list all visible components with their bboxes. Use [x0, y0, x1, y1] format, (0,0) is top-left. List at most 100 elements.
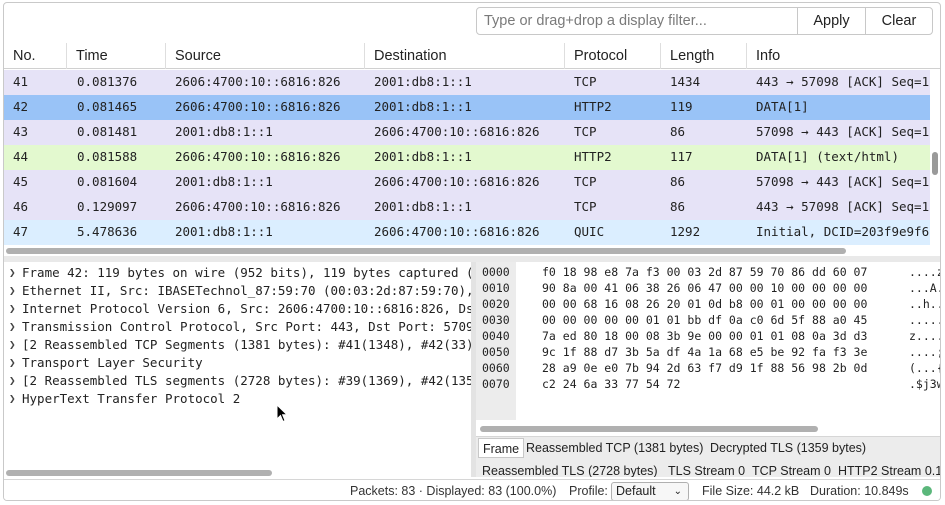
mouse-pointer-icon — [276, 404, 288, 423]
hex-bytes[interactable]: 00 00 00 00 00 01 01 bb df 0a c0 6d 5f 8… — [542, 312, 867, 328]
cell-no: 44 — [13, 149, 29, 164]
packet-list-header: No. Time Source Destination Protocol Len… — [4, 43, 940, 69]
profile-select[interactable]: Default ⌄ — [611, 482, 689, 500]
file-size: File Size: 44.2 kB — [702, 484, 800, 498]
hex-offset: 0050 — [482, 345, 510, 359]
hex-bytes[interactable]: 7a ed 80 18 00 08 3b 9e 00 00 01 01 08 0… — [542, 328, 867, 344]
packet-row[interactable]: 43 0.081481 2001:db8:1::1 2606:4700:10::681… — [4, 120, 930, 145]
hex-ascii[interactable]: ....z — [909, 264, 940, 280]
packet-row[interactable]: 47 5.478636 2001:db8:1::1 2606:4700:10::681… — [4, 220, 930, 245]
cell-protocol: TCP — [574, 74, 597, 89]
tab-reassembled-tls[interactable]: Reassembled TLS (2728 bytes) — [482, 461, 658, 477]
cell-source: 2606:4700:10::6816:826 — [175, 99, 341, 114]
tab-tls-stream[interactable]: TLS Stream 0 — [668, 461, 745, 477]
hex-ascii[interactable]: ...A. — [909, 280, 940, 296]
tree-item-label: [2 Reassembled TCP Segments (1381 bytes)… — [22, 337, 471, 352]
tab-frame[interactable]: Frame — [478, 438, 525, 458]
cell-protocol: HTTP2 — [574, 99, 612, 114]
cell-length: 86 — [670, 124, 686, 139]
clear-filter-button[interactable]: Clear — [865, 7, 933, 35]
packet-row[interactable]: 45 0.081604 2001:db8:1::1 2606:4700:10::681… — [4, 170, 930, 195]
tree-item-label: Internet Protocol Version 6, Src: 2606:4… — [22, 301, 471, 316]
tab-http2-stream[interactable]: HTTP2 Stream 0.1 — [838, 461, 940, 477]
cell-source: 2001:db8:1::1 — [175, 124, 273, 139]
packet-row[interactable]: 44 0.081588 2606:4700:10::6816:826 2001:db8… — [4, 145, 930, 170]
cell-time: 0.081481 — [77, 124, 138, 139]
chevron-right-icon[interactable]: ❯ — [9, 264, 16, 282]
profile-label: Profile: — [569, 484, 608, 498]
column-header-no[interactable]: No. — [4, 43, 66, 69]
cell-destination: 2606:4700:10::6816:826 — [374, 174, 540, 189]
tree-item-label: [2 Reassembled TLS segments (2728 bytes)… — [22, 373, 471, 388]
cell-protocol: QUIC — [574, 224, 605, 239]
hex-ascii[interactable]: ..h.. — [909, 296, 940, 312]
cell-length: 1292 — [670, 224, 701, 239]
cell-protocol: HTTP2 — [574, 149, 612, 164]
cell-protocol: TCP — [574, 124, 597, 139]
profile-value: Default — [616, 484, 656, 498]
cell-info: DATA[1] — [756, 99, 809, 114]
tab-tcp-stream[interactable]: TCP Stream 0 — [752, 461, 831, 477]
status-ok-dot-icon[interactable] — [922, 486, 932, 496]
chevron-right-icon[interactable]: ❯ — [9, 372, 16, 390]
column-header-time[interactable]: Time — [66, 43, 165, 69]
hex-ascii[interactable]: z.... — [909, 328, 940, 344]
cell-protocol: TCP — [574, 199, 597, 214]
packet-list-scroll-thumb[interactable] — [932, 152, 938, 175]
cell-source: 2001:db8:1::1 — [175, 174, 273, 189]
hex-bytes[interactable]: 9c 1f 88 d7 3b 5a df 4a 1a 68 e5 be 92 f… — [542, 344, 867, 360]
column-header-info[interactable]: Info — [746, 43, 940, 69]
column-header-source[interactable]: Source — [165, 43, 364, 69]
hex-bytes[interactable]: 00 00 68 16 08 26 20 01 0d b8 00 01 00 0… — [542, 296, 867, 312]
packet-row-selected[interactable]: 42 0.081465 2606:4700:10::6816:826 2001:db8… — [4, 95, 930, 120]
column-header-length[interactable]: Length — [660, 43, 746, 69]
cell-destination: 2606:4700:10::6816:826 — [374, 124, 540, 139]
cell-time: 5.478636 — [77, 224, 138, 239]
hex-bytes[interactable]: f0 18 98 e8 7a f3 00 03 2d 87 59 70 86 d… — [542, 264, 867, 280]
column-header-destination[interactable]: Destination — [364, 43, 564, 69]
hex-ascii[interactable]: ....; — [909, 344, 940, 360]
chevron-right-icon[interactable]: ❯ — [9, 318, 16, 336]
cell-destination: 2001:db8:1::1 — [374, 149, 472, 164]
chevron-right-icon[interactable]: ❯ — [9, 354, 16, 372]
column-header-protocol[interactable]: Protocol — [564, 43, 660, 69]
apply-filter-button[interactable]: Apply — [797, 7, 866, 35]
cell-no: 45 — [13, 174, 29, 189]
chevron-right-icon[interactable]: ❯ — [9, 336, 16, 354]
chevron-right-icon[interactable]: ❯ — [9, 390, 16, 408]
cell-info: 443 → 57098 [ACK] Seq=1 — [756, 74, 930, 89]
bytes-horizontal-scrollbar[interactable] — [480, 426, 818, 432]
cell-length: 86 — [670, 174, 686, 189]
tab-decrypted-tls[interactable]: Decrypted TLS (1359 bytes) — [710, 438, 866, 458]
cell-info: Initial, DCID=203f9e9f6 — [756, 224, 930, 239]
packet-list[interactable]: No. Time Source Destination Protocol Len… — [4, 43, 940, 256]
packets-count: Packets: 83 · Displayed: 83 (100.0%) — [350, 484, 557, 498]
cell-source: 2606:4700:10::6816:826 — [175, 199, 341, 214]
cell-no: 41 — [13, 74, 29, 89]
cell-source: 2001:db8:1::1 — [175, 224, 273, 239]
packet-row[interactable]: 46 0.129097 2606:4700:10::6816:826 2001:db8… — [4, 195, 930, 220]
cell-time: 0.081465 — [77, 99, 138, 114]
display-filter-input[interactable] — [476, 7, 798, 35]
chevron-right-icon[interactable]: ❯ — [9, 282, 16, 300]
hex-ascii[interactable]: (...{ — [909, 360, 940, 376]
cell-time: 0.081588 — [77, 149, 138, 164]
hex-bytes[interactable]: c2 24 6a 33 77 54 72 — [542, 376, 680, 392]
cell-time: 0.081604 — [77, 174, 138, 189]
details-horizontal-scrollbar[interactable] — [6, 470, 272, 476]
hex-ascii[interactable]: ..... — [909, 312, 940, 328]
packet-list-horizontal-scrollbar[interactable] — [6, 248, 846, 254]
hex-bytes[interactable]: 90 8a 00 41 06 38 26 06 47 00 00 10 00 0… — [542, 280, 867, 296]
chevron-right-icon[interactable]: ❯ — [9, 300, 16, 318]
hex-bytes[interactable]: 28 a9 0e e0 7b 94 2d 63 f7 d9 1f 88 56 9… — [542, 360, 867, 376]
packet-details-tree[interactable]: ❯ Frame 42: 119 bytes on wire (952 bits),… — [4, 262, 471, 477]
packet-bytes-pane[interactable]: 0000 f0 18 98 e8 7a f3 00 03 2d 87 59 70 … — [476, 262, 940, 477]
packet-row[interactable]: 41 0.081376 2606:4700:10::6816:826 2001:db8… — [4, 70, 930, 95]
cell-length: 1434 — [670, 74, 701, 89]
status-bar: Packets: 83 · Displayed: 83 (100.0%) Pro… — [4, 479, 940, 500]
cell-destination: 2001:db8:1::1 — [374, 199, 472, 214]
hex-ascii[interactable]: .$j3w — [909, 376, 940, 392]
tab-reassembled-tcp[interactable]: Reassembled TCP (1381 bytes) — [526, 438, 703, 458]
cell-source: 2606:4700:10::6816:826 — [175, 149, 341, 164]
cell-no: 42 — [13, 99, 29, 114]
